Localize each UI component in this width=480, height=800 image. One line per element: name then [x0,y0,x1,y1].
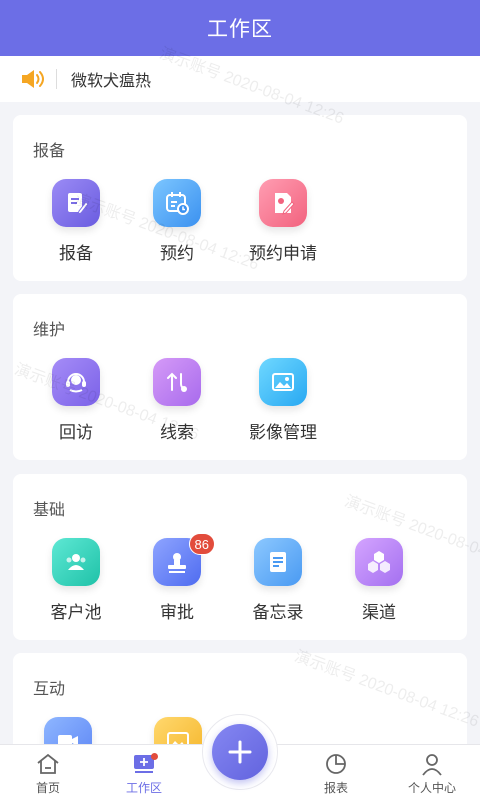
plus-icon [228,740,252,764]
approval-count-badge: 86 [188,533,215,555]
channel-icon [355,538,403,586]
section-report: 报备 报备 预约 预约申请 [13,115,467,281]
pie-chart-icon [326,754,346,774]
section-basic: 基础 客户池 86 审批 备忘录 渠道 [13,474,467,640]
apply-icon [259,179,307,227]
grid-item-image-management[interactable]: 影像管理 [228,358,338,443]
grid-item-customer-pool[interactable]: 客户池 [21,538,131,623]
grid-item-label: 渠道 [362,603,396,622]
section-maintenance: 维护 回访 线索 影像管理 [13,294,467,460]
grid-item-label: 客户池 [50,603,102,622]
user-icon [422,754,442,776]
tab-home[interactable]: 首页 [0,751,96,796]
tab-label: 首页 [35,781,60,795]
edit-doc-icon [52,179,100,227]
grid-item-label: 报备 [59,244,93,263]
tab-report[interactable]: 报表 [288,751,384,796]
grid-item-channel[interactable]: 渠道 [324,538,434,623]
notice-divider [56,69,57,89]
notice-bar[interactable]: 微软犬瘟热 [0,56,480,102]
grid-item-appointment[interactable]: 预约 [122,179,232,264]
grid-item-memo[interactable]: 备忘录 [223,538,333,623]
grid-item-label: 线索 [160,423,194,442]
section-title: 报备 [33,143,66,160]
notice-text[interactable]: 微软犬瘟热 [71,67,151,91]
section-title: 维护 [33,322,66,339]
tab-label: 报表 [323,781,348,795]
page-title: 工作区 [207,18,273,41]
approve-icon: 86 [153,533,215,586]
section-title: 基础 [33,502,66,519]
grid-item-label: 备忘录 [252,603,304,622]
tab-workspace[interactable]: 工作区 [96,751,192,796]
grid-item-label: 审批 [160,603,194,622]
tab-label: 个人中心 [407,781,456,795]
image-icon [259,358,307,406]
grid-item-label: 影像管理 [249,423,317,442]
speaker-icon [22,70,44,88]
tab-profile[interactable]: 个人中心 [384,751,480,796]
grid-item-appointment-apply[interactable]: 预约申请 [228,179,338,264]
page-header: 工作区 [0,0,480,56]
grid-item-label: 回访 [59,423,93,442]
grid-item-clue[interactable]: 线索 [122,358,232,443]
clue-icon [153,358,201,406]
grid-item-label: 预约申请 [249,244,317,263]
customers-icon [52,538,100,586]
grid-item-revisit[interactable]: 回访 [21,358,131,443]
unread-dot [151,753,158,760]
headset-icon [52,358,100,406]
grid-item-report[interactable]: 报备 [21,179,131,264]
grid-item-approval[interactable]: 86 审批 [122,533,232,623]
calendar-icon [153,179,201,227]
section-title: 互动 [33,681,66,698]
grid-item-label: 预约 [160,244,194,263]
home-icon [37,753,59,774]
add-button[interactable] [212,724,268,780]
tab-label: 工作区 [125,781,162,795]
memo-icon [254,538,302,586]
